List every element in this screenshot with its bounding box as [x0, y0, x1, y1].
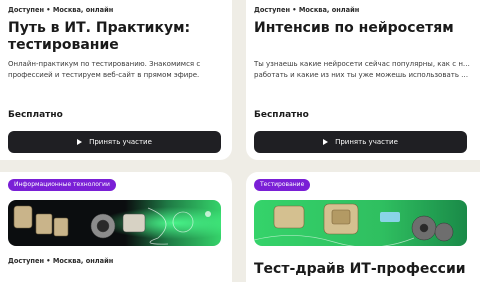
event-title[interactable]: Путь в ИТ. Практикум: тестирование: [8, 20, 218, 54]
category-tag[interactable]: Информационные технологии: [8, 179, 116, 191]
participate-button-label: Принять участие: [335, 138, 398, 146]
event-banner-image: [8, 200, 221, 246]
event-meta: Доступен • Москва, онлайн: [8, 6, 114, 14]
event-description-line-2: работать и какие из них ты уже можешь ис…: [254, 70, 472, 79]
event-price: Бесплатно: [8, 110, 63, 120]
event-banner-image: [254, 200, 467, 246]
participate-button[interactable]: Принять участие: [8, 131, 221, 153]
event-price: Бесплатно: [254, 110, 309, 120]
event-description-line-1: Ты узнаешь какие нейросети сейчас популя…: [254, 60, 472, 68]
event-meta: Доступен • Москва, онлайн: [8, 257, 114, 265]
event-title[interactable]: Интенсив по нейросетям: [254, 20, 464, 37]
event-card-neural-intensive[interactable]: Доступен • Москва, онлайн Интенсив по не…: [246, 0, 480, 160]
event-meta: Доступен • Москва, онлайн: [254, 6, 360, 14]
play-icon: [323, 139, 329, 145]
event-card-testing-practicum[interactable]: Доступен • Москва, онлайн Путь в ИТ. Пра…: [0, 0, 232, 160]
event-description: Ты узнаешь какие нейросети сейчас популя…: [254, 59, 472, 80]
event-description: Онлайн-практикум по тестированию. Знаком…: [8, 60, 201, 79]
event-card-it[interactable]: Информационные технологии Доступен • Мос…: [0, 172, 232, 282]
participate-button[interactable]: Принять участие: [254, 131, 467, 153]
category-tag[interactable]: Тестирование: [254, 179, 311, 191]
participate-button-label: Принять участие: [89, 138, 152, 146]
event-card-it-test-drive[interactable]: Тестирование Тест-драйв ИТ-профессии: [246, 172, 480, 282]
play-icon: [77, 139, 83, 145]
